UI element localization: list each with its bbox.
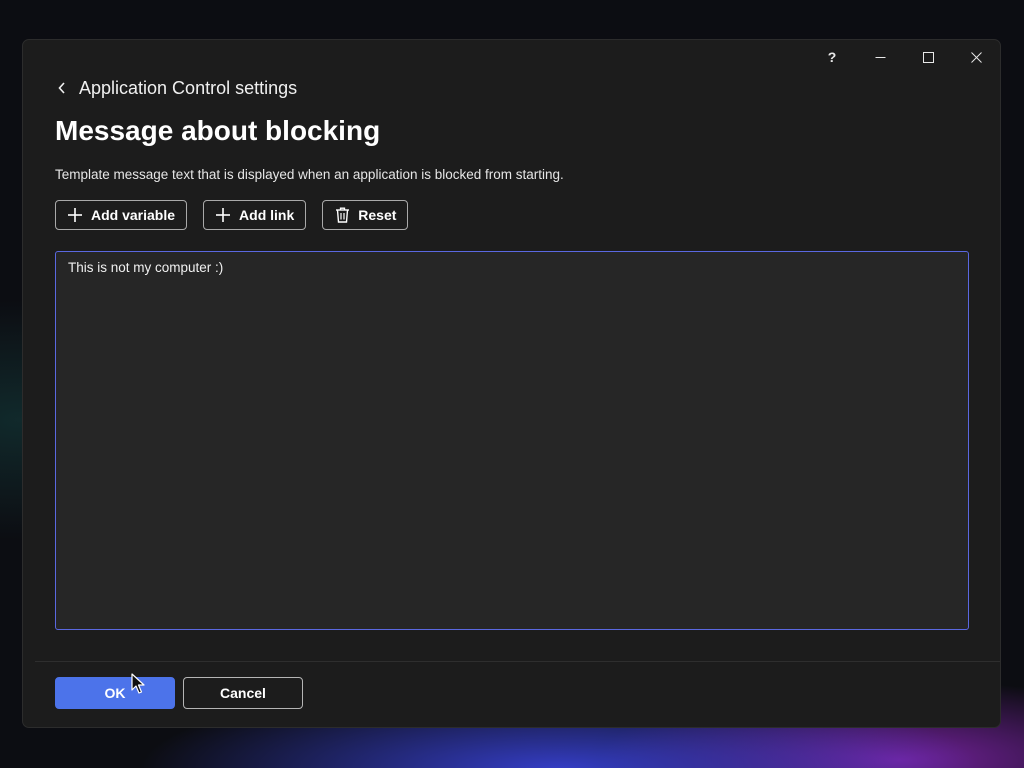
chevron-left-icon bbox=[55, 81, 69, 95]
add-link-button[interactable]: Add link bbox=[203, 200, 307, 230]
dialog-footer: OK Cancel bbox=[55, 677, 303, 709]
maximize-icon bbox=[922, 51, 934, 63]
message-text-editor[interactable]: This is not my computer :) bbox=[55, 251, 969, 630]
minimize-button[interactable] bbox=[856, 40, 904, 74]
toolbar: Add variable Add link Reset bbox=[55, 200, 409, 230]
mouse-pointer-icon bbox=[131, 673, 145, 694]
add-link-label: Add link bbox=[239, 207, 295, 223]
plus-icon bbox=[67, 207, 83, 223]
help-button[interactable]: ? bbox=[808, 40, 856, 74]
back-link-label: Application Control settings bbox=[79, 77, 298, 98]
settings-window: ? Application Control settings Message a… bbox=[22, 39, 1001, 728]
ok-button[interactable]: OK bbox=[55, 677, 175, 709]
reset-button[interactable]: Reset bbox=[322, 200, 409, 230]
titlebar-controls: ? bbox=[808, 40, 1000, 74]
back-link[interactable]: Application Control settings bbox=[55, 77, 297, 99]
add-variable-label: Add variable bbox=[91, 207, 176, 223]
page-description: Template message text that is displayed … bbox=[55, 167, 564, 182]
plus-icon bbox=[215, 207, 231, 223]
add-variable-button[interactable]: Add variable bbox=[55, 200, 188, 230]
close-button[interactable] bbox=[952, 40, 1000, 74]
close-icon bbox=[970, 51, 982, 63]
footer-divider bbox=[35, 661, 1000, 662]
message-text: This is not my computer :) bbox=[68, 260, 224, 275]
page-title: Message about blocking bbox=[55, 115, 381, 146]
trash-icon bbox=[334, 207, 350, 223]
maximize-button[interactable] bbox=[904, 40, 952, 74]
reset-label: Reset bbox=[358, 207, 397, 223]
minimize-icon bbox=[875, 56, 885, 58]
cancel-button[interactable]: Cancel bbox=[183, 677, 303, 709]
